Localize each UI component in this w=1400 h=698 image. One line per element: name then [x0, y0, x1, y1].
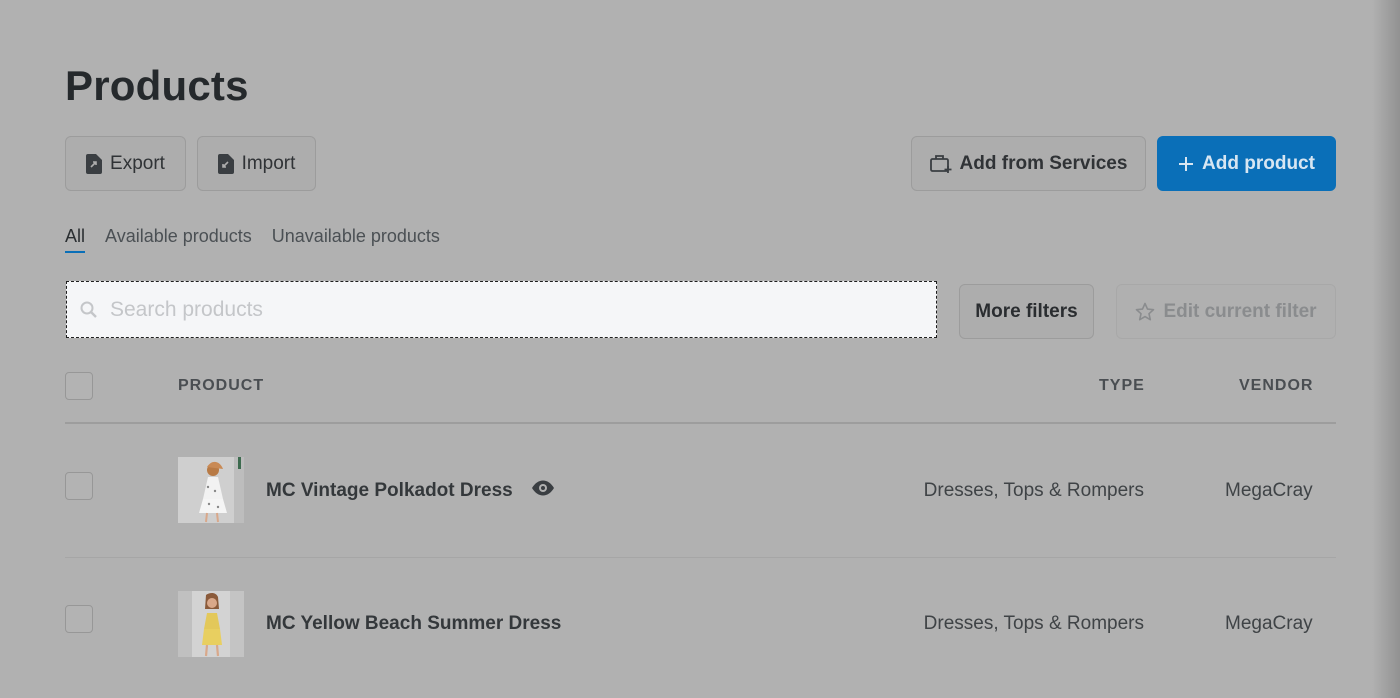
column-header-product[interactable]: PRODUCT: [178, 377, 264, 395]
product-thumbnail[interactable]: [178, 457, 244, 523]
tab-unavailable-products[interactable]: Unavailable products: [272, 226, 440, 251]
import-label: Import: [241, 152, 296, 174]
product-name[interactable]: MC Yellow Beach Summer Dress: [266, 613, 561, 635]
add-product-label: Add product: [1202, 152, 1315, 174]
eye-icon[interactable]: [531, 479, 555, 502]
more-filters-button[interactable]: More filters: [959, 284, 1094, 339]
product-vendor: MegaCray: [1225, 480, 1313, 501]
add-from-services-label: Add from Services: [959, 152, 1128, 174]
briefcase-add-icon: [929, 154, 952, 174]
add-product-button[interactable]: Add product: [1157, 136, 1336, 191]
tab-all[interactable]: All: [65, 226, 86, 253]
edit-current-filter-button[interactable]: Edit current filter: [1116, 284, 1336, 339]
export-file-icon: [86, 153, 103, 174]
column-header-vendor[interactable]: VENDOR: [1239, 377, 1313, 395]
product-vendor: MegaCray: [1225, 613, 1313, 634]
select-all-checkbox[interactable]: [65, 372, 93, 400]
product-type: Dresses, Tops & Rompers: [923, 613, 1144, 634]
row-divider: [65, 557, 1336, 558]
search-icon: [80, 301, 98, 319]
star-icon: [1135, 302, 1155, 322]
add-from-services-button[interactable]: Add from Services: [911, 136, 1146, 191]
product-thumbnail[interactable]: [178, 591, 244, 657]
import-button[interactable]: Import: [197, 136, 316, 191]
plus-icon: [1178, 156, 1194, 172]
tab-available-products[interactable]: Available products: [105, 226, 252, 251]
column-header-type[interactable]: TYPE: [1099, 377, 1145, 395]
page-title: Products: [65, 62, 249, 109]
edit-current-filter-label: Edit current filter: [1163, 300, 1317, 322]
product-name[interactable]: MC Vintage Polkadot Dress: [266, 480, 513, 502]
row-checkbox[interactable]: [65, 472, 93, 500]
product-type: Dresses, Tops & Rompers: [923, 480, 1144, 501]
import-file-icon: [217, 153, 234, 174]
table-header-divider: [65, 422, 1336, 424]
product-tabs: All Available products Unavailable produ…: [65, 226, 440, 253]
search-box: [66, 281, 937, 338]
modal-overlay-edge: [1372, 0, 1400, 698]
export-label: Export: [110, 152, 165, 174]
search-input[interactable]: [108, 296, 892, 323]
row-checkbox[interactable]: [65, 605, 93, 633]
export-button[interactable]: Export: [65, 136, 186, 191]
